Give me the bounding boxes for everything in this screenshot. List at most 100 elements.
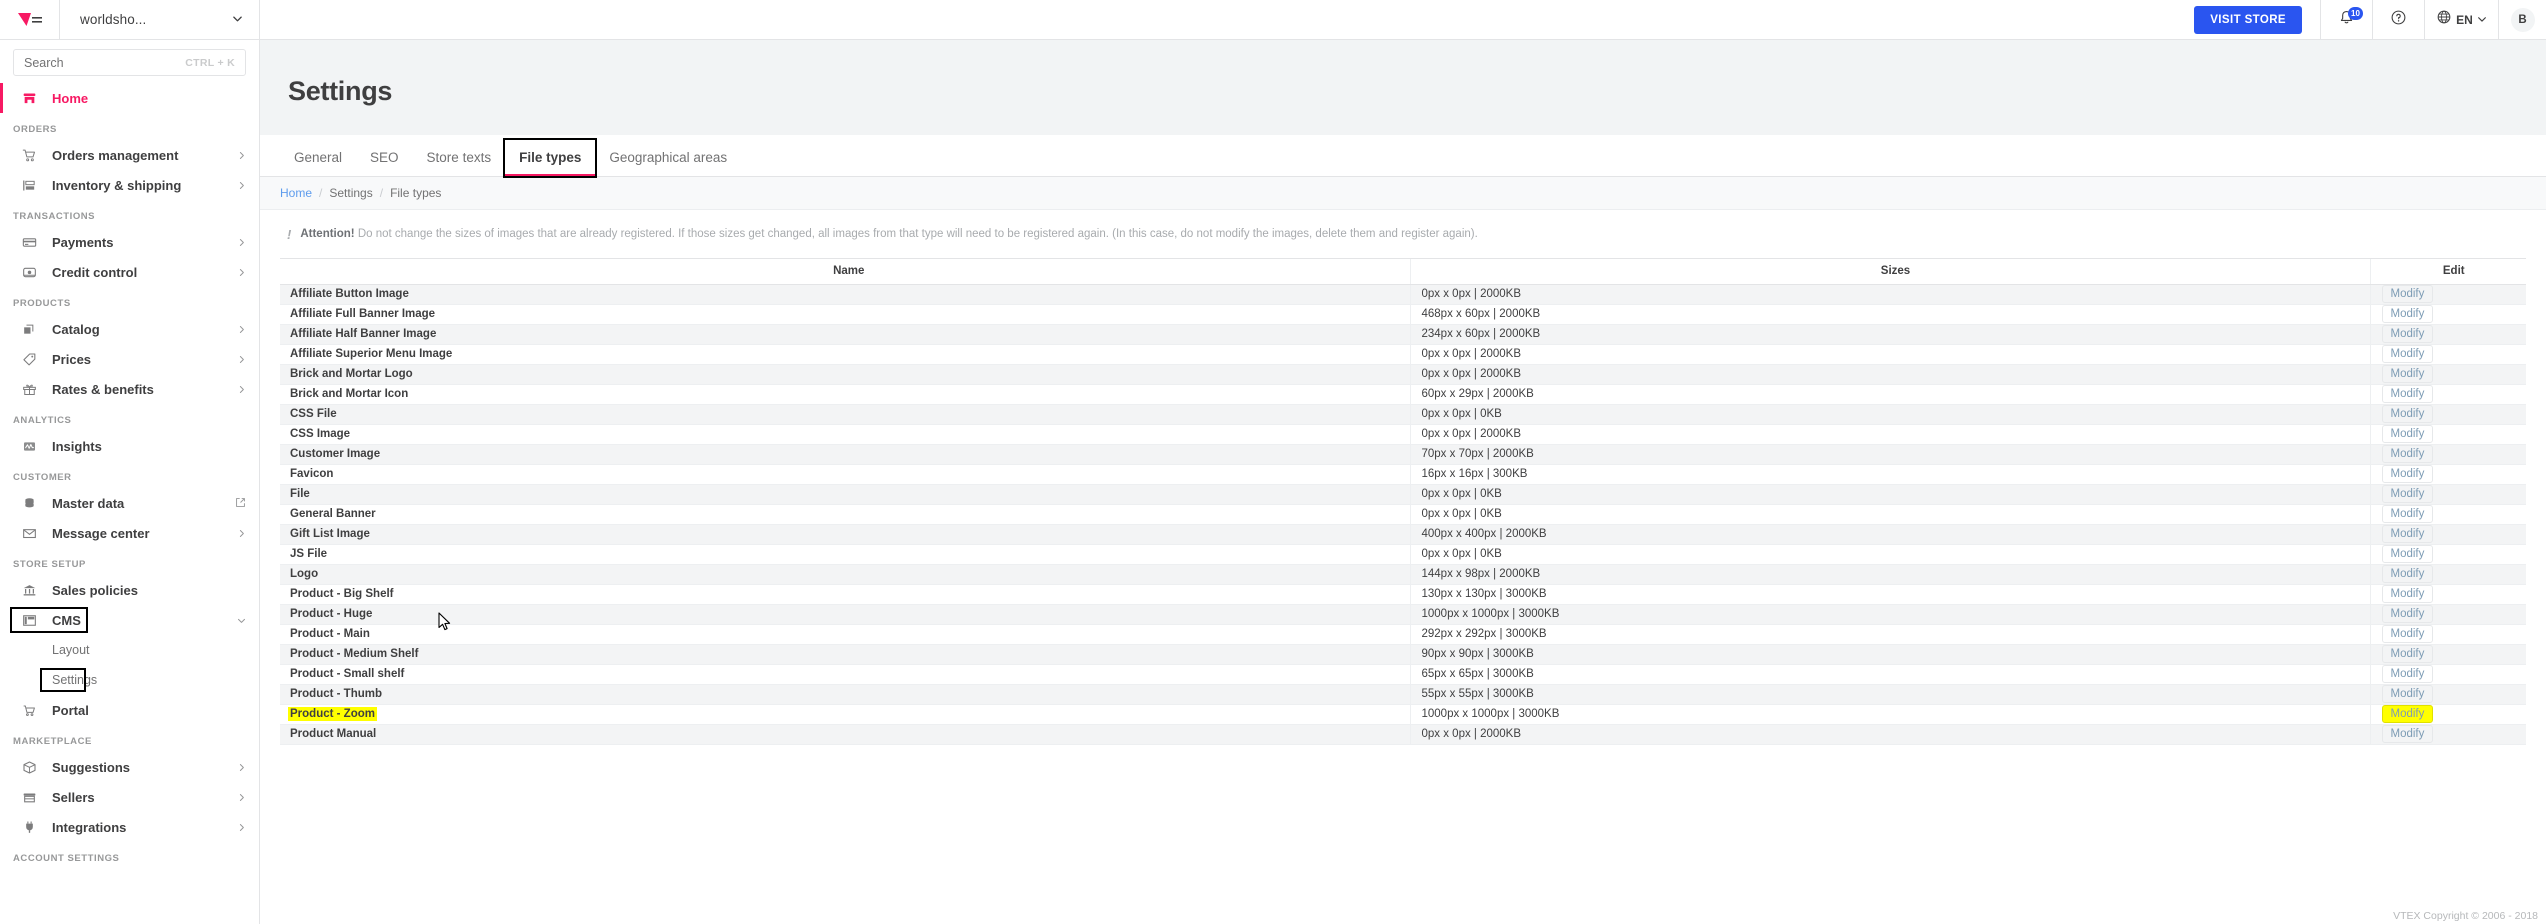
- plug-icon: [22, 820, 39, 835]
- shop-icon: [22, 790, 39, 805]
- sidebar-item-integrations[interactable]: Integrations: [0, 812, 259, 842]
- modify-button[interactable]: Modify: [2382, 505, 2434, 523]
- table-row: Brick and Mortar Logo0px x 0px | 2000KBM…: [280, 364, 2526, 384]
- sidebar-item-catalog[interactable]: Catalog: [0, 314, 259, 344]
- cell-name: Product Manual: [280, 724, 1410, 744]
- cms-icon: [22, 613, 39, 628]
- sidebar-item-sellers[interactable]: Sellers: [0, 782, 259, 812]
- box-icon: [22, 760, 39, 775]
- modify-button[interactable]: Modify: [2382, 345, 2434, 363]
- sidebar-subitem-layout[interactable]: Layout: [0, 635, 259, 665]
- modify-button[interactable]: Modify: [2382, 605, 2434, 623]
- account-switcher[interactable]: worldsho...: [60, 0, 260, 39]
- file-type-name: Product - Main: [288, 627, 372, 641]
- cell-edit: Modify: [2370, 584, 2526, 604]
- sidebar-item-prices[interactable]: Prices: [0, 344, 259, 374]
- modify-button[interactable]: Modify: [2382, 645, 2434, 663]
- sidebar-section-account-settings: ACCOUNT SETTINGS: [0, 842, 259, 869]
- modify-button[interactable]: Modify: [2382, 465, 2434, 483]
- sidebar-item-label: CMS: [52, 613, 81, 628]
- vtex-logo-button[interactable]: [0, 0, 60, 39]
- file-type-name: Brick and Mortar Logo: [288, 367, 415, 381]
- sidebar-item-insights[interactable]: Insights: [0, 431, 259, 461]
- visit-store-button[interactable]: VISIT STORE: [2194, 6, 2302, 34]
- modify-button[interactable]: Modify: [2382, 725, 2434, 743]
- file-type-name-highlighted: Product - Zoom: [288, 707, 377, 721]
- file-types-table: Name Sizes Edit Affiliate Button Image0p…: [280, 258, 2526, 745]
- modify-button[interactable]: Modify: [2382, 705, 2434, 723]
- cell-name: Product - Small shelf: [280, 664, 1410, 684]
- modify-button[interactable]: Modify: [2382, 385, 2434, 403]
- top-bar-actions: VISIT STORE 10: [2194, 0, 2546, 39]
- account-name: worldsho...: [80, 12, 146, 27]
- sidebar-item-sales-policies[interactable]: Sales policies: [0, 575, 259, 605]
- sidebar-item-suggestions[interactable]: Suggestions: [0, 752, 259, 782]
- sidebar-item-message-center[interactable]: Message center: [0, 518, 259, 548]
- modify-button[interactable]: Modify: [2382, 445, 2434, 463]
- cell-edit: Modify: [2370, 404, 2526, 424]
- gift-icon: [22, 382, 39, 397]
- modify-button[interactable]: Modify: [2382, 405, 2434, 423]
- cell-size: 1000px x 1000px | 3000KB: [1410, 604, 2370, 624]
- help-button[interactable]: [2372, 0, 2424, 39]
- cell-size: 400px x 400px | 2000KB: [1410, 524, 2370, 544]
- cell-name: Product - Medium Shelf: [280, 644, 1410, 664]
- cell-edit: Modify: [2370, 664, 2526, 684]
- breadcrumb-item-home[interactable]: Home: [280, 186, 312, 200]
- modify-button[interactable]: Modify: [2382, 625, 2434, 643]
- sidebar-section-products: PRODUCTS: [0, 287, 259, 314]
- cell-size: 0px x 0px | 0KB: [1410, 484, 2370, 504]
- help-circle-icon: [2390, 9, 2407, 31]
- modify-button[interactable]: Modify: [2382, 585, 2434, 603]
- sidebar-item-credit-control[interactable]: Credit control: [0, 257, 259, 287]
- notifications-button[interactable]: 10: [2320, 0, 2372, 39]
- credit-card-icon: [22, 235, 39, 250]
- modify-button[interactable]: Modify: [2382, 425, 2434, 443]
- modify-button[interactable]: Modify: [2382, 665, 2434, 683]
- chevron-right-icon: [237, 178, 246, 193]
- sidebar-item-orders-management[interactable]: Orders management: [0, 140, 259, 170]
- modify-button[interactable]: Modify: [2382, 285, 2434, 303]
- tab-general[interactable]: General: [280, 151, 356, 177]
- search-input[interactable]: Search CTRL + K: [13, 49, 246, 76]
- sidebar-item-portal[interactable]: Portal: [0, 695, 259, 725]
- sidebar-item-label: Rates & benefits: [52, 382, 154, 397]
- modify-button[interactable]: Modify: [2382, 685, 2434, 703]
- sidebar-item-rates-benefits[interactable]: Rates & benefits: [0, 374, 259, 404]
- chevron-right-icon: [237, 235, 246, 250]
- sidebar-subitem-settings[interactable]: Settings: [0, 665, 259, 695]
- sidebar-item-label: Message center: [52, 526, 150, 541]
- cell-name: CSS File: [280, 404, 1410, 424]
- user-menu-button[interactable]: B: [2498, 0, 2546, 39]
- modify-button[interactable]: Modify: [2382, 305, 2434, 323]
- file-type-name: Brick and Mortar Icon: [288, 387, 410, 401]
- file-type-name: Gift List Image: [288, 527, 372, 541]
- cell-name: Affiliate Half Banner Image: [280, 324, 1410, 344]
- sidebar-item-payments[interactable]: Payments: [0, 227, 259, 257]
- tab-seo[interactable]: SEO: [356, 151, 413, 177]
- page-title: Settings: [288, 76, 2546, 107]
- modify-button[interactable]: Modify: [2382, 485, 2434, 503]
- cell-edit: Modify: [2370, 384, 2526, 404]
- table-row: Affiliate Full Banner Image468px x 60px …: [280, 304, 2526, 324]
- top-bar: worldsho... VISIT STORE 10: [0, 0, 2546, 40]
- sidebar-item-inventory-shipping[interactable]: Inventory & shipping: [0, 170, 259, 200]
- modify-button[interactable]: Modify: [2382, 545, 2434, 563]
- chevron-right-icon: [237, 526, 246, 541]
- breadcrumb-item-settings[interactable]: Settings: [329, 186, 372, 200]
- tab-geographical-areas[interactable]: Geographical areas: [595, 151, 741, 177]
- sidebar-item-label: Inventory & shipping: [52, 178, 181, 193]
- sidebar-item-cms[interactable]: CMS: [0, 605, 259, 635]
- tab-file-types[interactable]: File types: [505, 140, 595, 177]
- chevron-right-icon: [237, 265, 246, 280]
- sidebar-item-label: Catalog: [52, 322, 100, 337]
- modify-button[interactable]: Modify: [2382, 365, 2434, 383]
- modify-button[interactable]: Modify: [2382, 325, 2434, 343]
- cell-size: 70px x 70px | 2000KB: [1410, 444, 2370, 464]
- language-selector[interactable]: EN: [2424, 0, 2498, 39]
- modify-button[interactable]: Modify: [2382, 525, 2434, 543]
- modify-button[interactable]: Modify: [2382, 565, 2434, 583]
- sidebar-item-home[interactable]: Home: [0, 83, 259, 113]
- sidebar-item-master-data[interactable]: Master data: [0, 488, 259, 518]
- tab-store-texts[interactable]: Store texts: [413, 151, 506, 177]
